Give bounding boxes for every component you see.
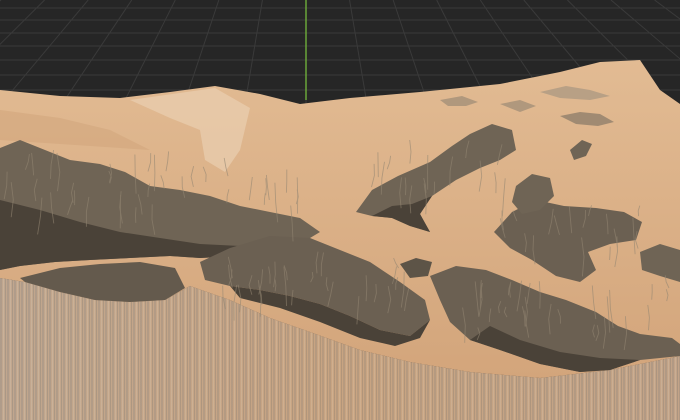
rock-crease <box>651 284 653 300</box>
rock-crease <box>296 177 299 214</box>
viewport-canvas[interactable] <box>0 0 680 420</box>
rock-crease <box>153 154 156 192</box>
rock-crease <box>609 246 611 261</box>
rock-crease <box>135 207 137 223</box>
3d-viewport[interactable] <box>0 0 680 420</box>
rock-crease <box>433 181 435 195</box>
